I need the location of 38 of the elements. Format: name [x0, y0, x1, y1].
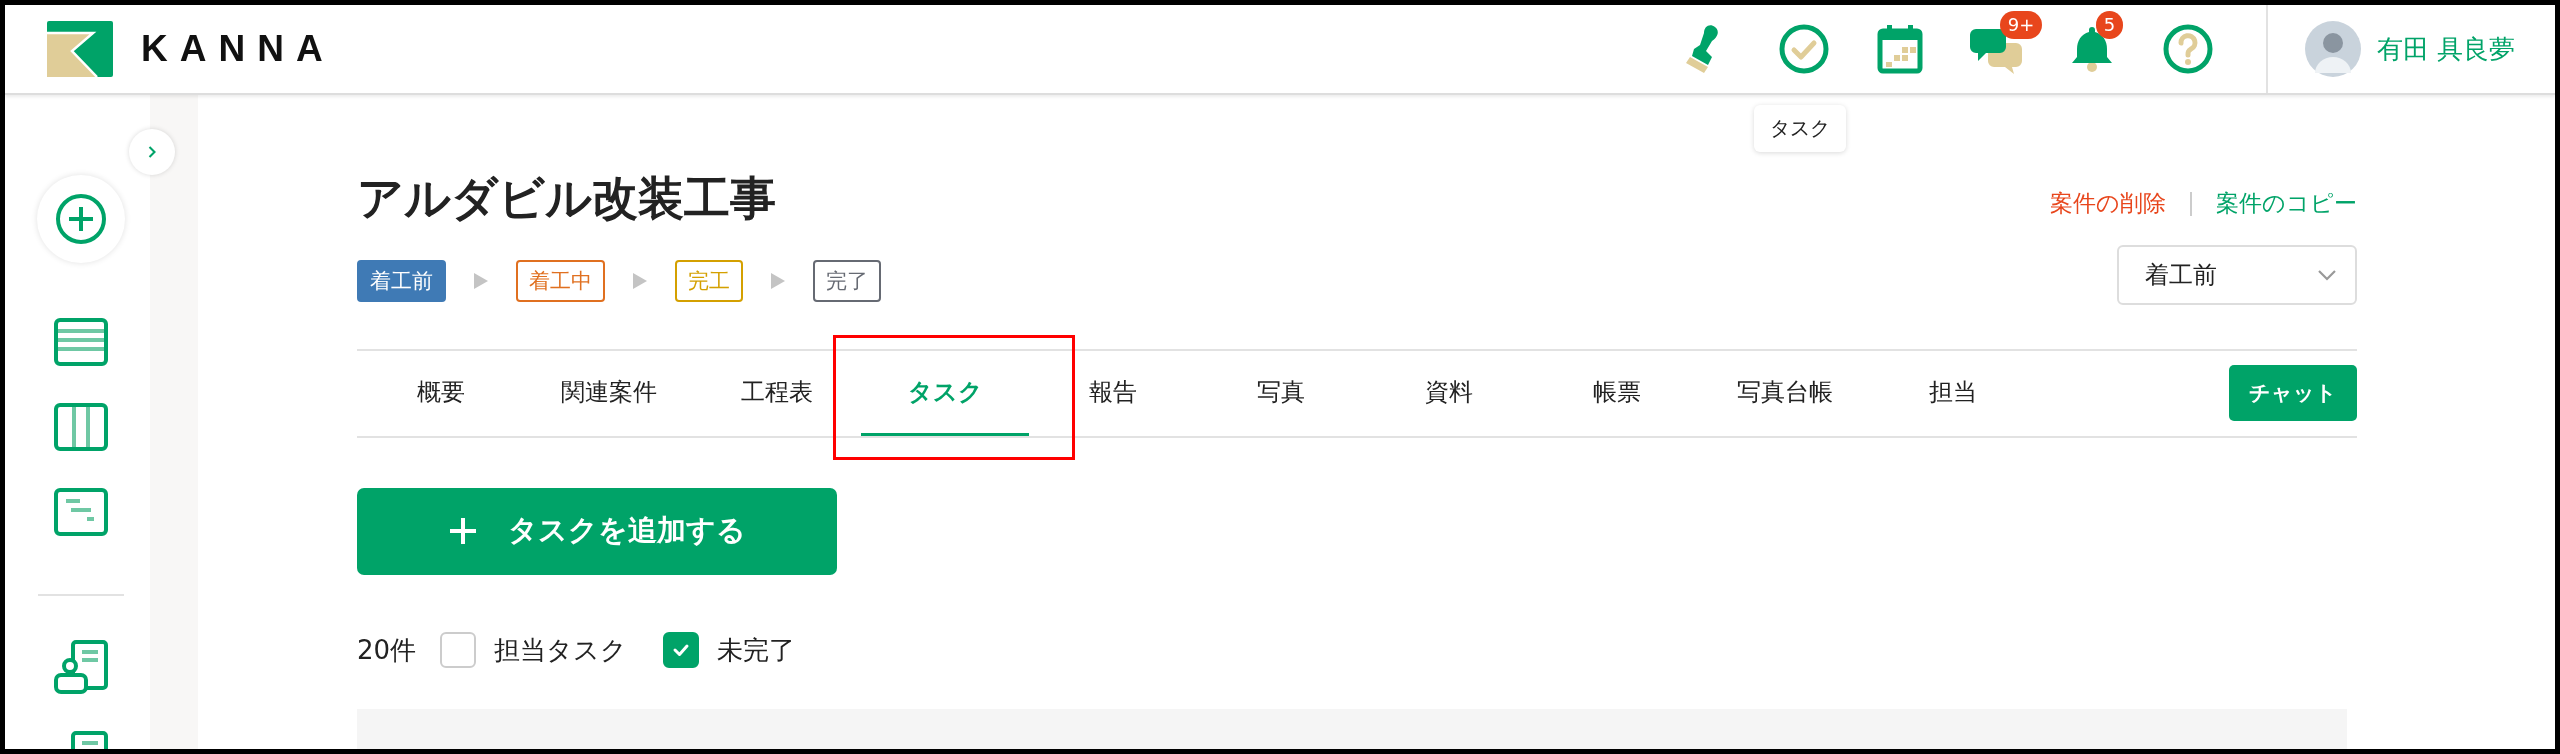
- checkbox-label: 担当タスク: [494, 633, 628, 667]
- board-view-icon[interactable]: [52, 402, 109, 452]
- chevron-icon: [2317, 269, 2337, 281]
- triangle-icon: [474, 273, 488, 289]
- tooltip: タスク: [1753, 105, 1846, 152]
- triangle-icon: [633, 273, 647, 289]
- count-badge: 5: [2095, 11, 2124, 39]
- logo-wordmark: KANNA: [141, 28, 335, 70]
- plus-icon: [448, 516, 478, 547]
- checkbox[interactable]: [663, 632, 700, 669]
- gantt-chart-icon[interactable]: [52, 487, 109, 537]
- tab[interactable]: 報告: [1029, 351, 1197, 436]
- tab[interactable]: 資料: [1365, 351, 1533, 436]
- tab[interactable]: 写真: [1197, 351, 1365, 436]
- plus-circle-icon: [54, 193, 107, 245]
- task-count: 20件: [357, 633, 417, 667]
- tab[interactable]: 担当: [1869, 351, 2037, 436]
- delete-link[interactable]: 案件の削除: [2050, 188, 2166, 219]
- tab[interactable]: 帳票: [1533, 351, 1701, 436]
- chevron-icon: [147, 145, 157, 159]
- count-badge: 9+: [1999, 11, 2043, 39]
- check-circle-icon[interactable]: [1777, 23, 1830, 75]
- tab[interactable]: 概要: [357, 351, 525, 436]
- logo-mark-icon: [47, 21, 113, 77]
- tab[interactable]: 写真台帳: [1701, 351, 1869, 436]
- triangle-icon: [771, 273, 785, 289]
- status-chip[interactable]: 完了: [813, 260, 881, 302]
- checkbox[interactable]: [440, 632, 477, 669]
- tab[interactable]: 工程表: [693, 351, 861, 436]
- customer-document-icon[interactable]: [52, 639, 109, 695]
- status-dropdown[interactable]: 着工前: [2117, 245, 2357, 305]
- project-title: アルダビル改装工事: [357, 170, 777, 226]
- checkbox-label: 未完了: [717, 633, 796, 667]
- list-view-icon[interactable]: [52, 317, 109, 367]
- avatar-icon[interactable]: [2304, 21, 2361, 77]
- tab[interactable]: 関連案件: [525, 351, 693, 436]
- help-icon[interactable]: [2161, 23, 2214, 75]
- status-chip[interactable]: 着工前: [357, 260, 446, 302]
